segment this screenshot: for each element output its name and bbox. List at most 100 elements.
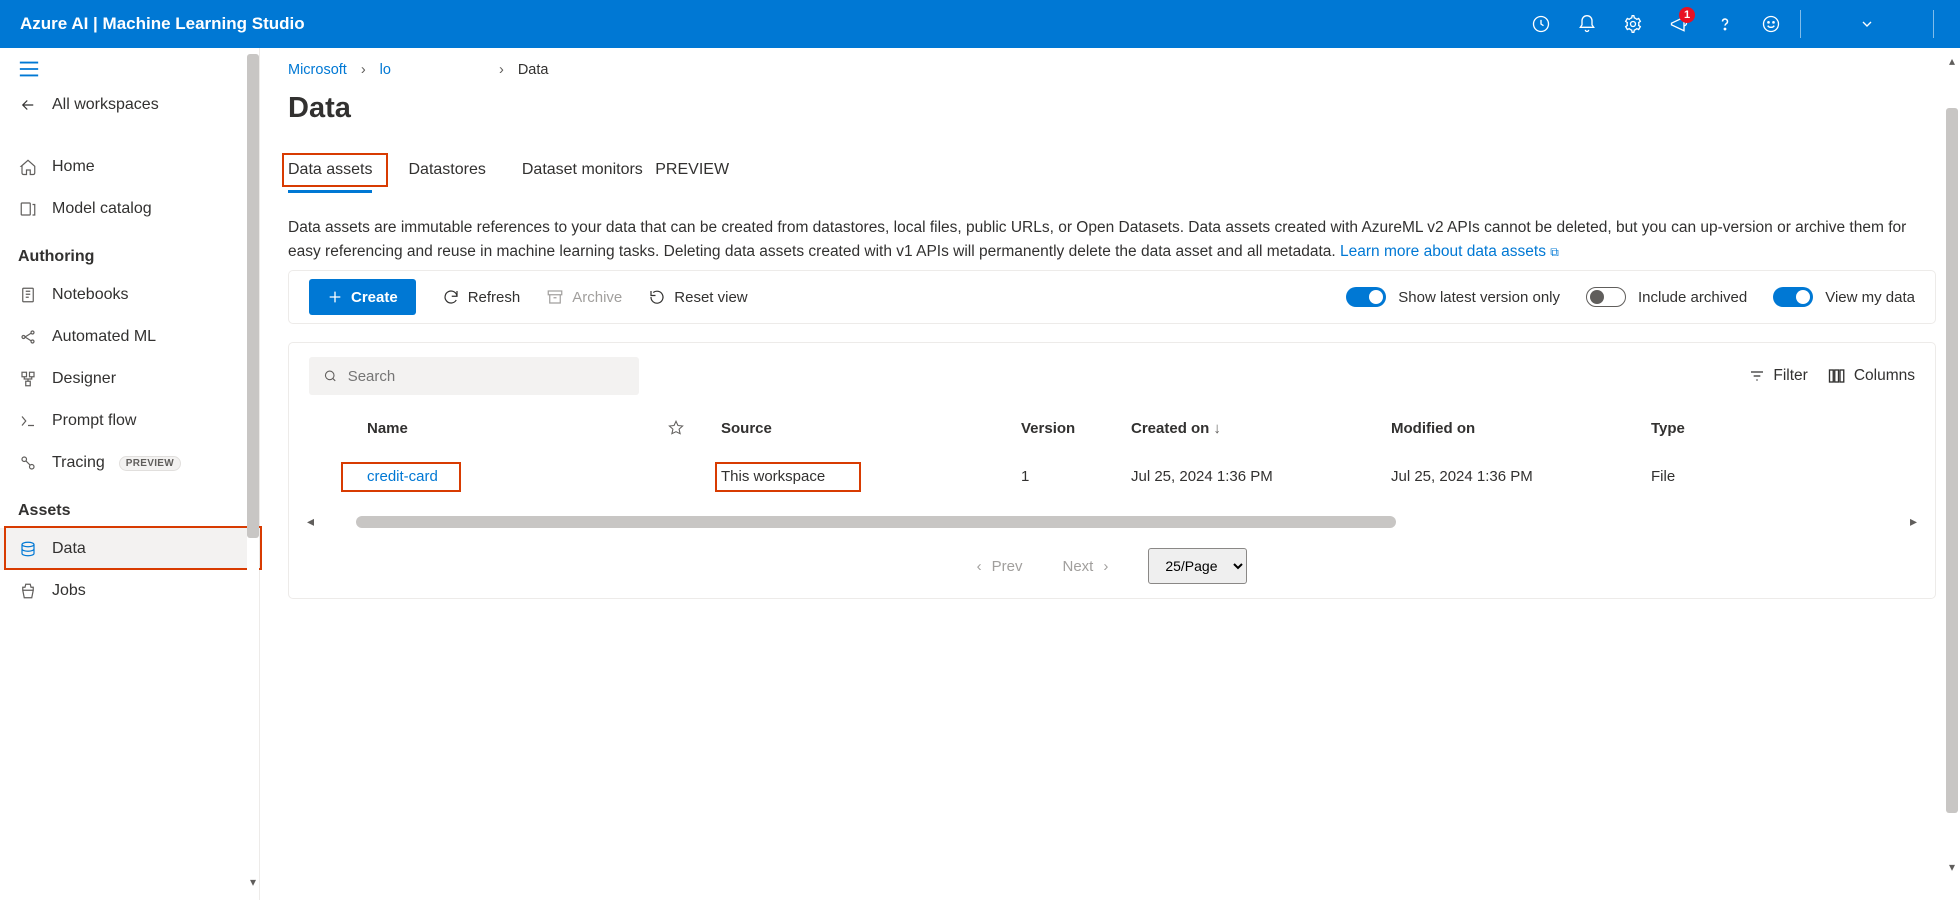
cell-source: This workspace: [721, 468, 825, 485]
chevron-right-icon: ›: [499, 62, 504, 78]
catalog-icon: [18, 200, 38, 218]
page-title: Data: [288, 92, 1936, 125]
app-title: Azure AI | Machine Learning Studio: [20, 14, 305, 34]
nav-label: Jobs: [52, 582, 86, 600]
jobs-icon: [18, 582, 38, 600]
scroll-down-icon[interactable]: ▾: [1946, 860, 1958, 874]
nav-label: Automated ML: [52, 328, 156, 346]
nav-label: Home: [52, 158, 95, 176]
nav-label: Data: [52, 540, 86, 558]
description: Data assets are immutable references to …: [288, 216, 1908, 264]
pager: ‹ Prev Next › 25/Page: [289, 548, 1935, 584]
nav-model-catalog[interactable]: Model catalog: [0, 188, 259, 230]
main-scrollbar[interactable]: ▴ ▾: [1946, 54, 1958, 874]
reset-view-button[interactable]: Reset view: [648, 288, 747, 306]
cell-type: File: [1633, 454, 1935, 506]
archive-button: Archive: [546, 288, 622, 306]
scroll-right-icon[interactable]: ▸: [1910, 513, 1917, 530]
data-table: Filter Columns Name Source: [288, 342, 1936, 599]
account-menu[interactable]: [1807, 0, 1927, 48]
designer-icon: [18, 370, 38, 388]
col-source[interactable]: Source: [703, 409, 1003, 454]
scroll-up-icon[interactable]: ▴: [1946, 54, 1958, 68]
col-name[interactable]: Name: [349, 409, 649, 454]
nav-all-workspaces[interactable]: All workspaces: [0, 84, 259, 126]
tabs: Data assets Datastores Dataset monitors …: [288, 153, 1936, 191]
nav-jobs[interactable]: Jobs: [0, 570, 259, 612]
cell-version: 1: [1003, 454, 1113, 506]
col-favorite[interactable]: [649, 409, 703, 454]
scroll-left-icon[interactable]: ◂: [307, 513, 314, 530]
search-field[interactable]: [348, 368, 625, 385]
col-type[interactable]: Type: [1633, 409, 1935, 454]
tab-data-assets[interactable]: Data assets: [288, 153, 372, 191]
prompt-icon: [18, 412, 38, 430]
toggle-include-archived[interactable]: [1586, 287, 1626, 307]
notifications-icon[interactable]: [1564, 0, 1610, 48]
label: Next: [1063, 558, 1094, 575]
hamburger-icon[interactable]: [0, 60, 259, 84]
settings-icon[interactable]: [1610, 0, 1656, 48]
sidebar: All workspaces Home Model catalog Author…: [0, 48, 260, 900]
star-icon: [667, 419, 685, 437]
create-button[interactable]: Create: [309, 279, 416, 315]
nav-label: Tracing: [52, 454, 105, 472]
data-icon: [18, 540, 38, 558]
nav-data[interactable]: Data: [0, 528, 259, 570]
sort-desc-icon: ↓: [1213, 420, 1221, 437]
nav-tracing[interactable]: Tracing PREVIEW: [0, 442, 259, 484]
main-content: Microsoft › lo › Data Data Data assets D…: [260, 48, 1960, 900]
col-version[interactable]: Version: [1003, 409, 1113, 454]
breadcrumb-root[interactable]: Microsoft: [288, 62, 347, 78]
toggle-latest-version[interactable]: [1346, 287, 1386, 307]
columns-button[interactable]: Columns: [1828, 367, 1915, 385]
scroll-down-icon[interactable]: ▾: [247, 875, 259, 889]
home-icon: [18, 158, 38, 176]
breadcrumb-workspace[interactable]: lo: [380, 62, 391, 78]
nav-label: Prompt flow: [52, 412, 136, 430]
section-assets: Assets: [0, 484, 259, 528]
data-asset-link[interactable]: credit-card: [367, 468, 438, 485]
chevron-left-icon: ‹: [977, 558, 982, 575]
next-button[interactable]: Next ›: [1063, 558, 1109, 575]
chevron-right-icon: ›: [361, 62, 366, 78]
page-size-select[interactable]: 25/Page: [1148, 548, 1247, 584]
badge-count: 1: [1679, 7, 1695, 23]
breadcrumb-current: Data: [518, 62, 549, 78]
nav-label: Designer: [52, 370, 116, 388]
col-created[interactable]: Created on↓: [1113, 409, 1373, 454]
horizontal-scrollbar[interactable]: ◂ ▸: [307, 513, 1917, 530]
learn-more-link[interactable]: Learn more about data assets ⧉: [1340, 243, 1559, 260]
button-label: Refresh: [468, 289, 521, 306]
refresh-button[interactable]: Refresh: [442, 288, 521, 306]
search-input[interactable]: [309, 357, 639, 395]
filter-button[interactable]: Filter: [1749, 367, 1807, 385]
prev-button[interactable]: ‹ Prev: [977, 558, 1023, 575]
tab-datastores[interactable]: Datastores: [408, 153, 485, 191]
help-icon[interactable]: [1702, 0, 1748, 48]
announcements-icon[interactable]: 1: [1656, 0, 1702, 48]
nav-designer[interactable]: Designer: [0, 358, 259, 400]
nav-home[interactable]: Home: [0, 146, 259, 188]
nav-prompt-flow[interactable]: Prompt flow: [0, 400, 259, 442]
nav-notebooks[interactable]: Notebooks: [0, 274, 259, 316]
label: Prev: [992, 558, 1023, 575]
separator: [1800, 10, 1801, 38]
sidebar-scrollbar[interactable]: ▾: [247, 54, 259, 889]
nav-automated-ml[interactable]: Automated ML: [0, 316, 259, 358]
recent-icon[interactable]: [1518, 0, 1564, 48]
feedback-icon[interactable]: [1748, 0, 1794, 48]
automl-icon: [18, 328, 38, 346]
table-header-row: Name Source Version Created on↓ Modified…: [289, 409, 1935, 454]
button-label: Filter: [1773, 367, 1807, 385]
tab-dataset-monitors[interactable]: Dataset monitors PREVIEW: [522, 153, 729, 191]
col-modified[interactable]: Modified on: [1373, 409, 1633, 454]
toggle-view-my-data[interactable]: [1773, 287, 1813, 307]
toggle-label: Include archived: [1638, 289, 1747, 306]
separator: [1933, 10, 1934, 38]
external-link-icon: ⧉: [1550, 245, 1559, 259]
table-row[interactable]: credit-card This workspace 1 Jul 25, 202…: [289, 454, 1935, 506]
notebook-icon: [18, 286, 38, 304]
section-authoring: Authoring: [0, 230, 259, 274]
chevron-right-icon: ›: [1103, 558, 1108, 575]
